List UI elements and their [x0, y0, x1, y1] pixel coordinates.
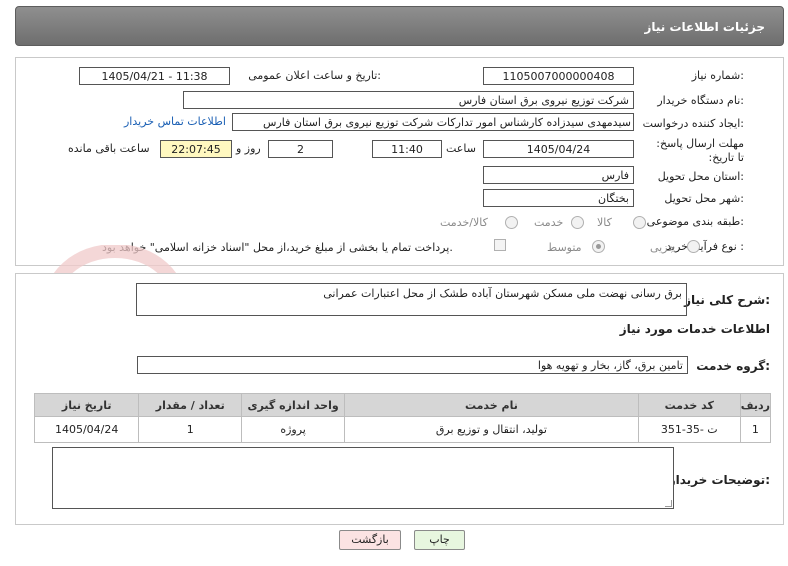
cell-service-code: ت -35-351 [637, 416, 741, 443]
announce-datetime-field: 1405/04/21 - 11:38 [79, 67, 230, 85]
cell-service-name: تولید، انتقال و توزیع برق [344, 416, 639, 443]
remaining-time-label: ساعت باقی مانده [68, 142, 150, 155]
treasury-payment-checkbox[interactable] [494, 239, 506, 251]
print-button[interactable]: چاپ [414, 530, 465, 550]
process-medium-label: متوسط [547, 241, 582, 254]
page-title: جزئیات اطلاعات نیاز [644, 20, 765, 34]
cell-quantity: 1 [138, 416, 243, 443]
cell-need-date: 1405/04/24 [33, 416, 140, 443]
process-partial-radio[interactable] [687, 240, 700, 253]
back-button[interactable]: بازگشت [339, 530, 401, 550]
process-partial-label: جزیی [650, 241, 676, 254]
category-service-label: خدمت [534, 216, 564, 229]
category-goods-radio[interactable] [633, 216, 646, 229]
deadline-label: مهلت ارسال پاسخ: تا تاریخ: [656, 137, 744, 164]
city-field: بختگان [483, 189, 634, 207]
table-row: 1 ت -35-351 تولید، انتقال و توزیع برق پر… [33, 416, 772, 443]
category-label: طبقه بندی موضوعی: [646, 215, 744, 228]
general-desc-field: برق رسانی نهضت ملی مسکن شهرستان آباده طش… [136, 283, 687, 316]
col-need-date: تاریخ نیاز [33, 393, 140, 417]
category-goods-service-radio[interactable] [505, 216, 518, 229]
province-field: فارس [483, 166, 634, 184]
creator-field: سیدمهدی سیدزاده کارشناس امور تدارکات شرک… [232, 113, 634, 131]
remaining-days-label: روز و [236, 142, 261, 155]
col-unit: واحد اندازه گیری [241, 393, 346, 417]
deadline-time-field: 11:40 [372, 140, 442, 158]
treasury-payment-note: پرداخت تمام یا بخشی از مبلغ خرید،از محل … [102, 241, 453, 254]
services-table-header: ردیف کد خدمت نام خدمت واحد اندازه گیری ت… [33, 393, 772, 417]
remaining-days-field: 2 [268, 140, 333, 158]
col-row-number: ردیف [739, 393, 772, 417]
service-group-field: تامین برق، گاز، بخار و تهویه هوا [137, 356, 688, 374]
service-group-label: گروه خدمت: [696, 359, 770, 373]
creator-label: ایجاد کننده درخواست: [642, 117, 744, 130]
services-table: ردیف کد خدمت نام خدمت واحد اندازه گیری ت… [33, 393, 772, 443]
general-desc-label: شرح کلی نیاز: [684, 293, 770, 307]
buyer-org-label: نام دستگاه خریدار: [657, 94, 744, 107]
need-number-label: شماره نیاز: [691, 69, 744, 82]
col-quantity: تعداد / مقدار [138, 393, 243, 417]
deadline-time-label: ساعت [446, 142, 476, 155]
general-desc-text: برق رسانی نهضت ملی مسکن شهرستان آباده طش… [323, 287, 682, 300]
category-goods-label: کالا [597, 216, 612, 229]
need-number-field: 1105007000000408 [483, 67, 634, 85]
buyer-contact-link[interactable]: اطلاعات تماس خریدار [124, 115, 226, 128]
deadline-date-field: 1405/04/24 [483, 140, 634, 158]
services-info-title: اطلاعات خدمات مورد نیاز [619, 322, 770, 336]
buyer-org-field: شرکت توزیع نیروی برق استان فارس [183, 91, 634, 109]
resize-grip-icon[interactable] [665, 500, 672, 507]
cell-row-number: 1 [739, 416, 772, 443]
category-service-radio[interactable] [571, 216, 584, 229]
city-label: شهر محل تحویل: [664, 192, 744, 205]
remaining-time-field: 22:07:45 [160, 140, 232, 158]
process-medium-radio[interactable] [592, 240, 605, 253]
col-service-name: نام خدمت [344, 393, 639, 417]
cell-unit: پروژه [241, 416, 346, 443]
province-label: استان محل تحویل: [657, 170, 744, 183]
category-goods-service-label: کالا/خدمت [440, 216, 488, 229]
announce-datetime-label: تاریخ و ساعت اعلان عمومی: [248, 69, 381, 82]
col-service-code: کد خدمت [637, 393, 741, 417]
buyer-notes-field[interactable] [52, 447, 674, 509]
process-type-label: نوع فرآیند خرید : [666, 240, 744, 253]
page-header: جزئیات اطلاعات نیاز [15, 6, 784, 46]
buyer-notes-label: توضیحات خریدار: [668, 473, 770, 487]
